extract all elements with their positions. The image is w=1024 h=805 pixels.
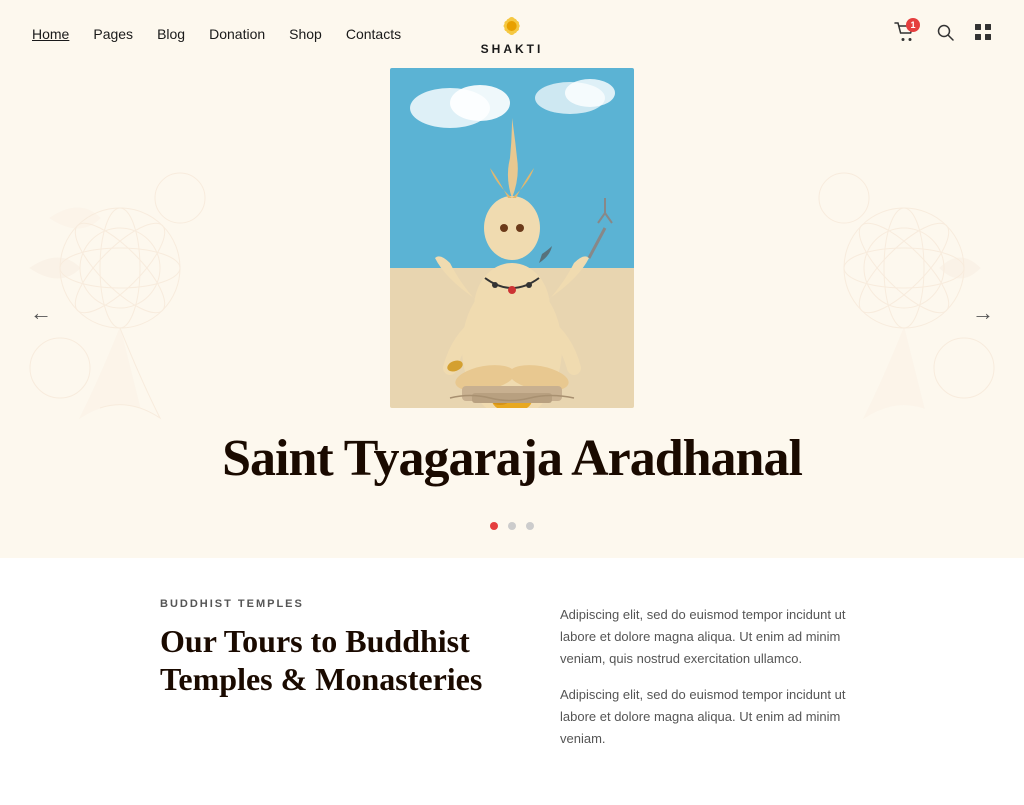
dot-1[interactable] xyxy=(490,522,498,530)
hero-statue-image xyxy=(390,68,634,408)
logo-text: SHAKTI xyxy=(481,42,544,56)
below-para-2: Adipiscing elit, sed do euismod tempor i… xyxy=(560,684,864,750)
section-label: BUDDHIST TEMPLES xyxy=(160,598,500,610)
nav-donation[interactable]: Donation xyxy=(209,26,265,42)
nav-blog[interactable]: Blog xyxy=(157,26,185,42)
arrow-right-button[interactable]: → xyxy=(962,290,1004,336)
hero-section: Saint Tyagaraja Aradhanal ← → xyxy=(0,68,1024,558)
dot-3[interactable] xyxy=(526,522,534,530)
hero-title: Saint Tyagaraja Aradhanal xyxy=(222,429,802,488)
cart-button[interactable]: 1 xyxy=(894,22,916,47)
grid-menu-button[interactable] xyxy=(974,23,992,46)
nav-home[interactable]: Home xyxy=(32,26,69,42)
hero-content: Saint Tyagaraja Aradhanal xyxy=(0,68,1024,558)
below-left: BUDDHIST TEMPLES Our Tours to BuddhistTe… xyxy=(160,598,500,699)
nav-pages[interactable]: Pages xyxy=(93,26,133,42)
header: Home Pages Blog Donation Shop Contacts S… xyxy=(0,0,1024,68)
below-right: Adipiscing elit, sed do euismod tempor i… xyxy=(560,598,864,765)
below-hero-section: BUDDHIST TEMPLES Our Tours to BuddhistTe… xyxy=(0,558,1024,805)
section-title: Our Tours to BuddhistTemples & Monasteri… xyxy=(160,622,500,699)
nav-right: 1 xyxy=(894,22,992,47)
cart-badge: 1 xyxy=(906,18,920,32)
nav-left: Home Pages Blog Donation Shop Contacts xyxy=(32,26,401,42)
search-icon xyxy=(936,23,954,41)
search-button[interactable] xyxy=(936,23,954,46)
nav-shop[interactable]: Shop xyxy=(289,26,322,42)
grid-icon xyxy=(974,23,992,41)
hero-dots xyxy=(490,522,534,530)
nav-contacts[interactable]: Contacts xyxy=(346,26,401,42)
below-para-1: Adipiscing elit, sed do euismod tempor i… xyxy=(560,604,864,670)
hero-image xyxy=(390,68,634,408)
dot-2[interactable] xyxy=(508,522,516,530)
logo-flower-icon xyxy=(495,12,529,40)
arrow-left-button[interactable]: ← xyxy=(20,290,62,336)
logo[interactable]: SHAKTI xyxy=(481,12,544,56)
